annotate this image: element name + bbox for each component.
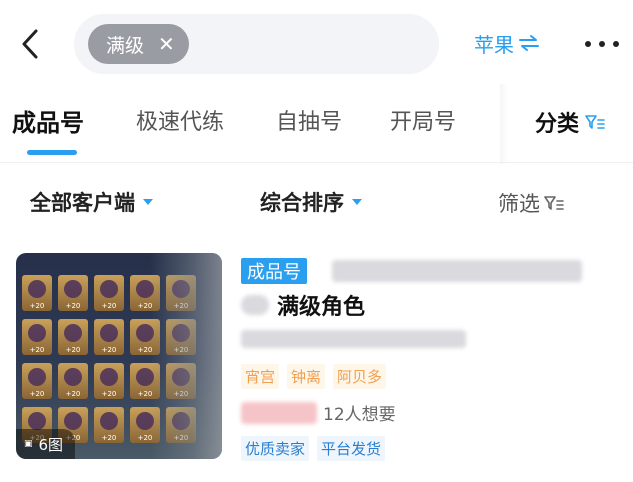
redacted-text — [332, 260, 582, 282]
more-button[interactable] — [585, 30, 619, 58]
category-button[interactable]: 分类 — [535, 106, 605, 138]
swap-icon — [519, 35, 539, 51]
search-bar[interactable]: 满级 ✕ — [74, 14, 439, 74]
search-chip[interactable]: 满级 ✕ — [88, 24, 189, 64]
screen-filter[interactable]: 筛选 — [498, 188, 564, 218]
character-tags: 宵宫 钟离 阿贝多 — [241, 364, 387, 389]
listing-type-badge: 成品号 — [241, 258, 307, 284]
back-button[interactable] — [14, 26, 46, 62]
tab-self-pull[interactable]: 自抽号 — [276, 104, 342, 136]
redacted-price — [241, 401, 317, 424]
category-label: 分类 — [535, 112, 580, 137]
filter-icon — [585, 115, 605, 129]
tab-finished-account[interactable]: 成品号 — [12, 103, 84, 138]
search-chip-label: 满级 — [106, 34, 145, 57]
sort-filter[interactable]: 综合排序 — [260, 187, 362, 217]
character-tag: 钟离 — [287, 364, 326, 389]
tab-fast-leveling[interactable]: 极速代练 — [136, 104, 224, 136]
wants-count: 12人想要 — [323, 405, 396, 425]
divider — [0, 162, 633, 163]
redacted-avatar — [241, 295, 269, 315]
tab-separator — [500, 84, 508, 164]
seller-badge: 平台发货 — [317, 436, 386, 461]
photo-count-badge: ▣ 6图 — [16, 429, 76, 459]
active-tab-indicator — [27, 150, 77, 155]
tab-starter-account[interactable]: 开局号 — [390, 104, 456, 136]
caret-down-icon — [143, 199, 153, 205]
more-dot — [613, 41, 619, 47]
platform-switch[interactable]: 苹果 — [474, 28, 540, 58]
price-row: 12人想要 — [241, 400, 396, 425]
listing-title: 满级角色 — [277, 295, 366, 320]
close-icon[interactable]: ✕ — [158, 34, 175, 54]
chevron-left-icon — [22, 29, 38, 59]
caret-down-icon — [352, 199, 362, 205]
character-tag: 宵宫 — [241, 364, 280, 389]
sort-filter-label: 综合排序 — [260, 191, 344, 215]
redacted-text — [241, 330, 466, 348]
listing-thumbnail[interactable]: ▣ 6图 — [16, 253, 222, 459]
seller-badge: 优质卖家 — [241, 436, 310, 461]
client-filter[interactable]: 全部客户端 — [30, 187, 153, 217]
thumbnail-blur-overlay — [150, 253, 222, 459]
client-filter-label: 全部客户端 — [30, 191, 135, 215]
image-icon: ▣ — [24, 439, 33, 449]
filter-icon — [544, 196, 564, 210]
screen-filter-label: 筛选 — [498, 192, 540, 216]
more-dot — [599, 41, 605, 47]
character-tag: 阿贝多 — [333, 364, 387, 389]
more-dot — [585, 41, 591, 47]
platform-label: 苹果 — [474, 32, 514, 57]
photo-count-label: 6图 — [38, 435, 64, 454]
seller-badges: 优质卖家 平台发货 — [241, 436, 386, 461]
listing-title-row[interactable]: 满级角色 — [241, 289, 365, 321]
